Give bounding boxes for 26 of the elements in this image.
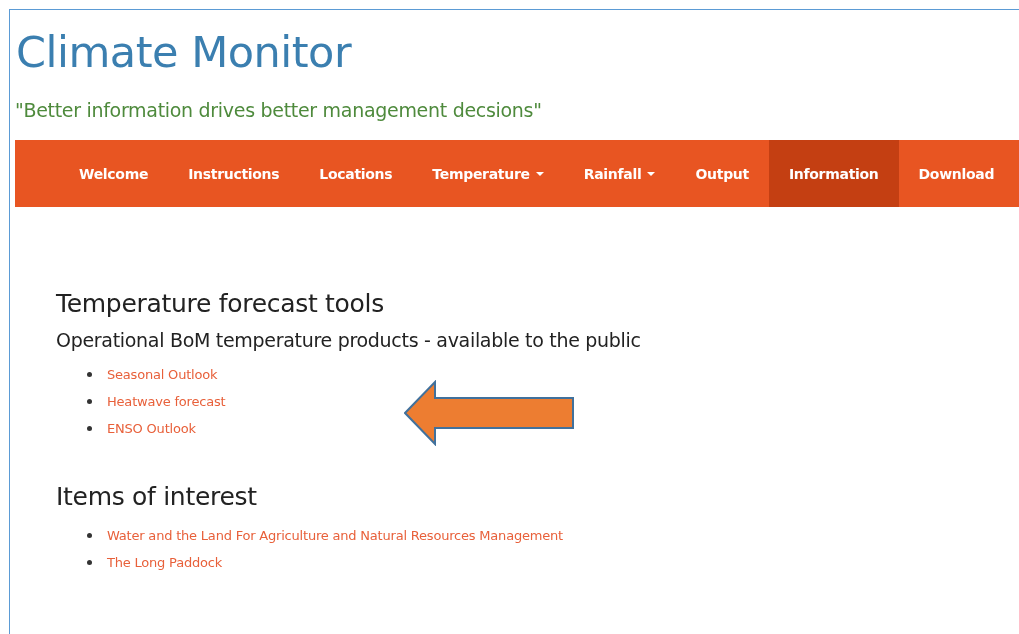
bullet-icon [87,560,92,565]
section-heading: Items of interest [56,481,258,513]
link[interactable]: Seasonal Outlook [107,367,218,382]
link[interactable]: Heatwave forecast [107,394,226,409]
caret-icon [535,171,544,176]
nav-item[interactable]: Welcome [59,140,169,207]
bullet-icon [87,533,92,538]
bullet-icon [87,372,92,377]
nav-item[interactable]: Temperature [412,140,564,207]
bullet-icon [87,399,92,404]
nav-item[interactable]: Download [898,140,1015,207]
nav-item[interactable]: Locations [299,140,413,207]
site-title: Climate Monitor [16,26,353,79]
section-subheading: Operational BoM temperature products - available to the public [56,328,642,353]
arrow-icon [404,380,576,446]
section-heading: Temperature forecast tools [56,288,385,320]
bullet-icon [87,426,92,431]
link[interactable]: ENSO Outlook [107,421,196,436]
nav-item[interactable]: Information [768,140,899,207]
tagline: "Better information drives better management decsions" [15,98,543,122]
link[interactable]: Water and the Land For Agriculture and Natural Resources Management [107,528,563,543]
nav-item[interactable]: Output [675,140,769,207]
caret-icon [647,171,656,176]
nav-item[interactable]: Instructions [168,140,300,207]
nav-item[interactable]: Rainfall [563,140,676,207]
link[interactable]: The Long Paddock [107,555,223,570]
